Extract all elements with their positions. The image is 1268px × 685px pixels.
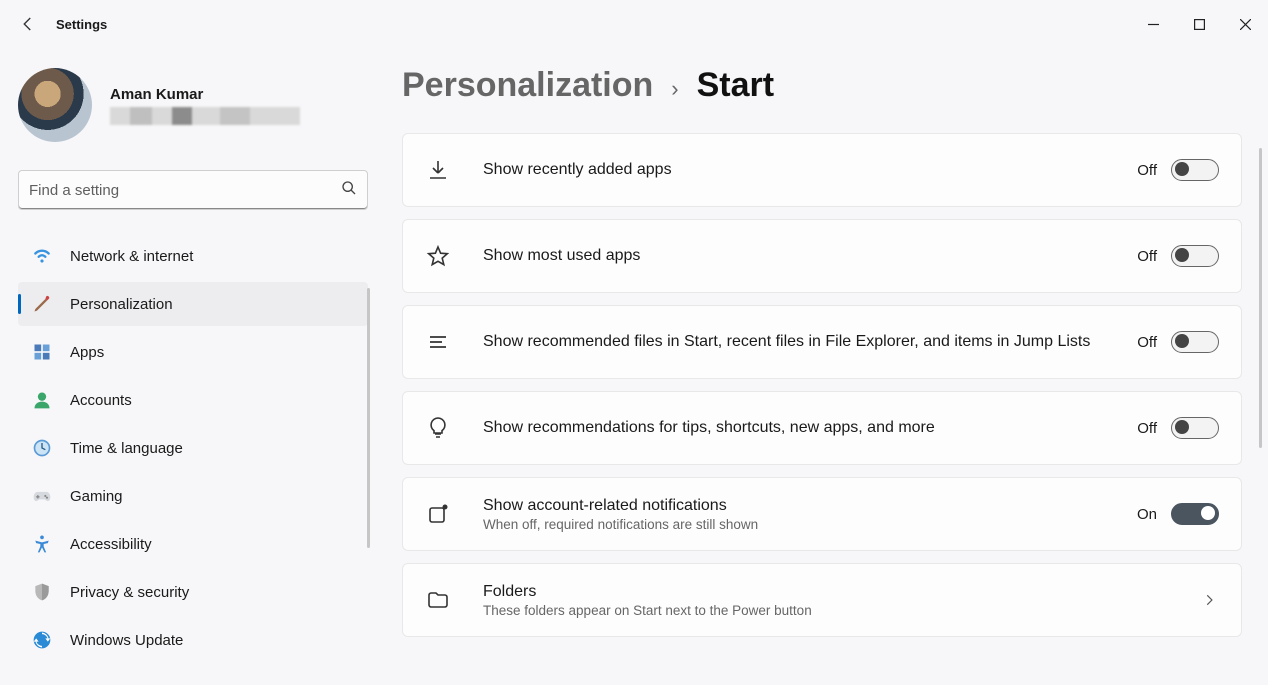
minimize-button[interactable] <box>1130 8 1176 40</box>
user-name: Aman Kumar <box>110 86 300 103</box>
chevron-right-icon <box>1199 590 1219 610</box>
folder-icon <box>425 587 451 613</box>
breadcrumb-parent[interactable]: Personalization <box>402 66 653 105</box>
chevron-right-icon: › <box>671 76 678 102</box>
setting-recently-added: Show recently added apps Off <box>402 133 1242 207</box>
sidebar-item-update[interactable]: Windows Update <box>18 618 368 662</box>
window-controls <box>1130 8 1268 40</box>
sidebar-item-network[interactable]: Network & internet <box>18 234 368 278</box>
toggle-most-used[interactable] <box>1171 245 1219 267</box>
personalization-icon <box>32 294 52 314</box>
maximize-button[interactable] <box>1176 8 1222 40</box>
apps-icon <box>32 342 52 362</box>
sidebar-item-apps[interactable]: Apps <box>18 330 368 374</box>
avatar <box>18 68 92 142</box>
sidebar-item-label: Time & language <box>70 440 183 457</box>
setting-subtitle: These folders appear on Start next to th… <box>483 603 1167 618</box>
sidebar-item-time[interactable]: Time & language <box>18 426 368 470</box>
main-content: Personalization › Start Show recently ad… <box>380 48 1268 685</box>
toggle-state-label: On <box>1137 506 1157 523</box>
search-box[interactable] <box>18 170 368 210</box>
setting-recommended: Show recommended files in Start, recent … <box>402 305 1242 379</box>
bulb-icon <box>425 415 451 441</box>
accounts-icon <box>32 390 52 410</box>
search-input[interactable] <box>29 182 341 199</box>
nav-list: Network & internet Personalization Apps Acc… <box>18 234 368 662</box>
back-button[interactable] <box>18 14 38 34</box>
sidebar-item-label: Windows Update <box>70 632 183 649</box>
setting-account-notif: Show account-related notifications When o… <box>402 477 1242 551</box>
close-button[interactable] <box>1222 8 1268 40</box>
list-icon <box>425 329 451 355</box>
toggle-state-label: Off <box>1137 420 1157 437</box>
sidebar-item-accessibility[interactable]: Accessibility <box>18 522 368 566</box>
sidebar-item-accounts[interactable]: Accounts <box>18 378 368 422</box>
setting-subtitle: When off, required notifications are sti… <box>483 517 1105 532</box>
titlebar: Settings <box>0 0 1268 48</box>
sidebar-scrollbar[interactable] <box>367 288 370 548</box>
breadcrumb: Personalization › Start <box>402 66 1242 105</box>
sidebar-item-privacy[interactable]: Privacy & security <box>18 570 368 614</box>
toggle-tips[interactable] <box>1171 417 1219 439</box>
sidebar-item-label: Gaming <box>70 488 123 505</box>
setting-folders[interactable]: Folders These folders appear on Start nex… <box>402 563 1242 637</box>
sidebar-item-label: Network & internet <box>70 248 193 265</box>
privacy-icon <box>32 582 52 602</box>
time-icon <box>32 438 52 458</box>
toggle-state-label: Off <box>1137 334 1157 351</box>
toggle-recently-added[interactable] <box>1171 159 1219 181</box>
sidebar-item-label: Personalization <box>70 296 173 313</box>
toggle-recommended[interactable] <box>1171 331 1219 353</box>
gaming-icon <box>32 486 52 506</box>
toggle-account-notif[interactable] <box>1171 503 1219 525</box>
toggle-state-label: Off <box>1137 248 1157 265</box>
breadcrumb-current: Start <box>697 66 774 105</box>
sidebar: Aman Kumar Network & internet Personaliza… <box>0 48 380 685</box>
setting-tips: Show recommendations for tips, shortcuts… <box>402 391 1242 465</box>
setting-title: Show account-related notifications <box>483 497 1105 515</box>
sidebar-item-label: Privacy & security <box>70 584 189 601</box>
setting-title: Show most used apps <box>483 247 1105 265</box>
network-icon <box>32 246 52 266</box>
toggle-state-label: Off <box>1137 162 1157 179</box>
search-icon <box>341 180 357 201</box>
update-icon <box>32 630 52 650</box>
setting-title: Show recommended files in Start, recent … <box>483 333 1105 351</box>
star-icon <box>425 243 451 269</box>
download-icon <box>425 157 451 183</box>
setting-title: Show recently added apps <box>483 161 1105 179</box>
sidebar-item-label: Accessibility <box>70 536 152 553</box>
sidebar-item-gaming[interactable]: Gaming <box>18 474 368 518</box>
sidebar-item-label: Accounts <box>70 392 132 409</box>
setting-most-used: Show most used apps Off <box>402 219 1242 293</box>
sidebar-item-label: Apps <box>70 344 104 361</box>
user-email-redacted <box>110 107 300 125</box>
settings-list: Show recently added appsOffShow most use… <box>402 133 1242 637</box>
main-scrollbar[interactable] <box>1259 148 1262 448</box>
setting-title: Folders <box>483 583 1167 601</box>
sidebar-item-personalization[interactable]: Personalization <box>18 282 368 326</box>
profile-section[interactable]: Aman Kumar <box>18 68 368 142</box>
accessibility-icon <box>32 534 52 554</box>
panel-icon <box>425 501 451 527</box>
setting-title: Show recommendations for tips, shortcuts… <box>483 419 1105 437</box>
window-title: Settings <box>56 17 107 32</box>
